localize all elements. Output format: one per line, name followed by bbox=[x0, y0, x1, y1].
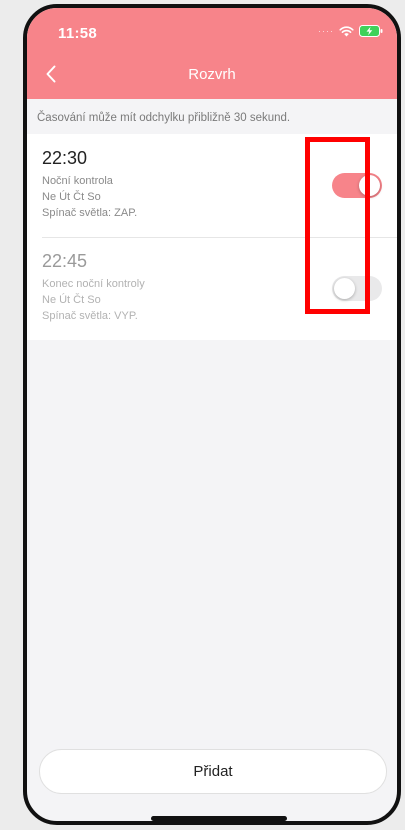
page-title: Rozvrh bbox=[188, 66, 236, 83]
schedule-time: 22:30 bbox=[42, 148, 88, 168]
schedule-action: Spínač světla: VYP. bbox=[42, 310, 138, 322]
schedule-time: 22:45 bbox=[42, 251, 88, 271]
phone-frame: 11:58 ···· Rozvrh Časování může mít odch… bbox=[23, 4, 401, 825]
schedule-days: Ne Út Čt So bbox=[42, 191, 101, 203]
schedule-toggle[interactable] bbox=[332, 276, 382, 301]
toggle-knob bbox=[359, 175, 380, 196]
schedule-name: Konec noční kontroly bbox=[42, 278, 145, 290]
status-time: 11:58 bbox=[58, 25, 98, 42]
add-button[interactable]: Přidat bbox=[39, 749, 387, 794]
screenshot-stage: 11:58 ···· Rozvrh Časování může mít odch… bbox=[0, 0, 405, 830]
status-bar: 11:58 ···· bbox=[27, 8, 397, 54]
schedule-toggle[interactable] bbox=[332, 173, 382, 198]
wifi-icon bbox=[339, 25, 354, 37]
schedule-row[interactable]: 22:45 Konec noční kontroly Ne Út Čt So S… bbox=[27, 237, 397, 340]
timing-notice: Časování může mít odchylku přibližně 30 … bbox=[37, 112, 291, 124]
nav-bar: Rozvrh bbox=[27, 54, 397, 99]
battery-charging-icon bbox=[359, 25, 383, 37]
home-indicator bbox=[151, 816, 287, 821]
schedule-list: 22:30 Noční kontrola Ne Út Čt So Spínač … bbox=[27, 134, 397, 340]
schedule-row[interactable]: 22:30 Noční kontrola Ne Út Čt So Spínač … bbox=[27, 134, 397, 237]
status-icons: ···· bbox=[318, 25, 383, 37]
schedule-days: Ne Út Čt So bbox=[42, 294, 101, 306]
signal-dots-icon: ···· bbox=[318, 26, 334, 36]
schedule-name: Noční kontrola bbox=[42, 175, 113, 187]
toggle-knob bbox=[334, 278, 355, 299]
schedule-action: Spínač světla: ZAP. bbox=[42, 207, 138, 219]
